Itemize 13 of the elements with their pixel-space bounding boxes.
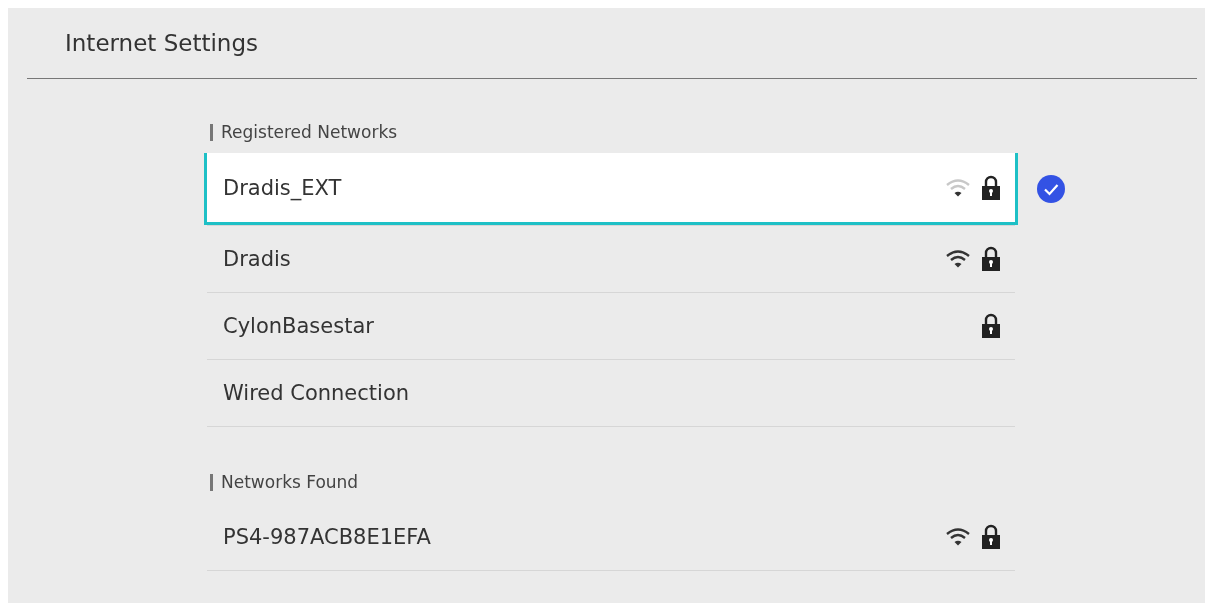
network-item[interactable]: CylonBasestar — [207, 292, 1015, 359]
network-name: PS4-987ACB8E1EFA — [223, 524, 432, 549]
network-item[interactable]: PS4-987ACB8E1EFA — [207, 503, 1015, 570]
network-name: Wired Connection — [223, 381, 411, 405]
network-item[interactable]: Wired Connection — [207, 359, 1015, 426]
network-name: CylonBasestar — [223, 314, 375, 338]
section-heading: Networks Found — [210, 474, 359, 491]
window-title: Internet Settings — [64, 29, 259, 58]
network-item[interactable]: Dradis_EXT — [204, 153, 1018, 225]
section-heading: Registered Networks — [210, 124, 398, 141]
network-item[interactable]: Dradis — [207, 225, 1015, 292]
network-name: Dradis — [223, 247, 292, 271]
network-name: Dradis_EXT — [223, 175, 343, 200]
